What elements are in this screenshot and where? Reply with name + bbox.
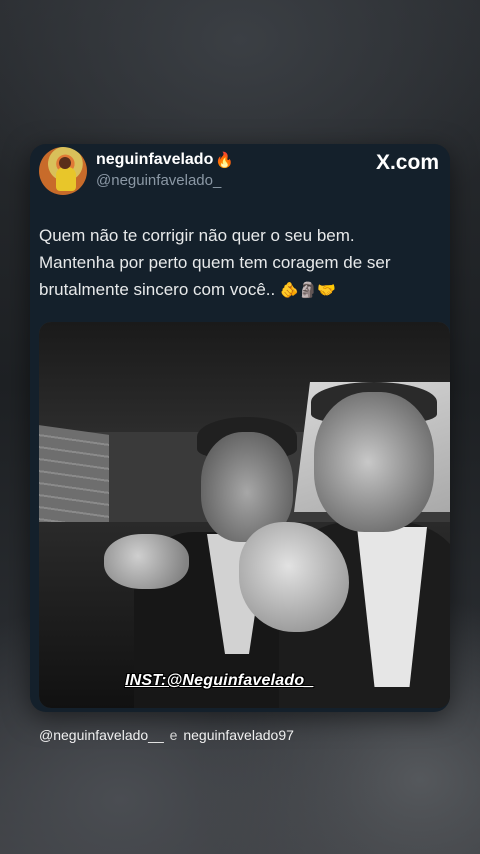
footer-accounts: @neguinfavelado__ e neguinfavelado97: [39, 727, 294, 743]
tweet-text-line: Quem não te corrigir não quer o seu bem.: [39, 226, 355, 245]
tweet-text-line-last: brutalmente sincero com você.. 🫵🗿🤝: [39, 276, 439, 304]
display-name[interactable]: neguinfavelado: [96, 151, 213, 169]
avatar-head: [59, 157, 71, 169]
user-handle[interactable]: @neguinfavelado_: [96, 172, 221, 189]
tweet-text-line: brutalmente sincero com você..: [39, 280, 276, 299]
x-brand: X.com: [376, 151, 439, 175]
x-brand-label: X.com: [375, 151, 439, 174]
watermark: INST:@Neguinfavelado_: [125, 672, 314, 689]
name-row: neguinfavelado 🔥: [96, 151, 234, 169]
footer-account-1[interactable]: @neguinfavelado__: [39, 727, 164, 743]
tweet-text: Quem não te corrigir não quer o seu bem.…: [39, 222, 439, 304]
tweet-text-line: Mantenha por perto quem tem coragem de s…: [39, 253, 391, 272]
emoji-icons: 🫵🗿🤝: [279, 282, 336, 299]
footer-account-2[interactable]: neguinfavelado97: [183, 727, 294, 743]
footer-separator: e: [169, 727, 178, 743]
pointing-hand-left: [104, 534, 189, 589]
fire-icon: 🔥: [215, 151, 235, 169]
tweet-photo[interactable]: INST:@Neguinfavelado_: [39, 322, 450, 708]
avatar[interactable]: [39, 147, 87, 195]
man-right-face: [314, 392, 434, 532]
tweet-card: neguinfavelado 🔥 @neguinfavelado_ X.com …: [30, 144, 450, 712]
avatar-figure: [56, 167, 76, 191]
